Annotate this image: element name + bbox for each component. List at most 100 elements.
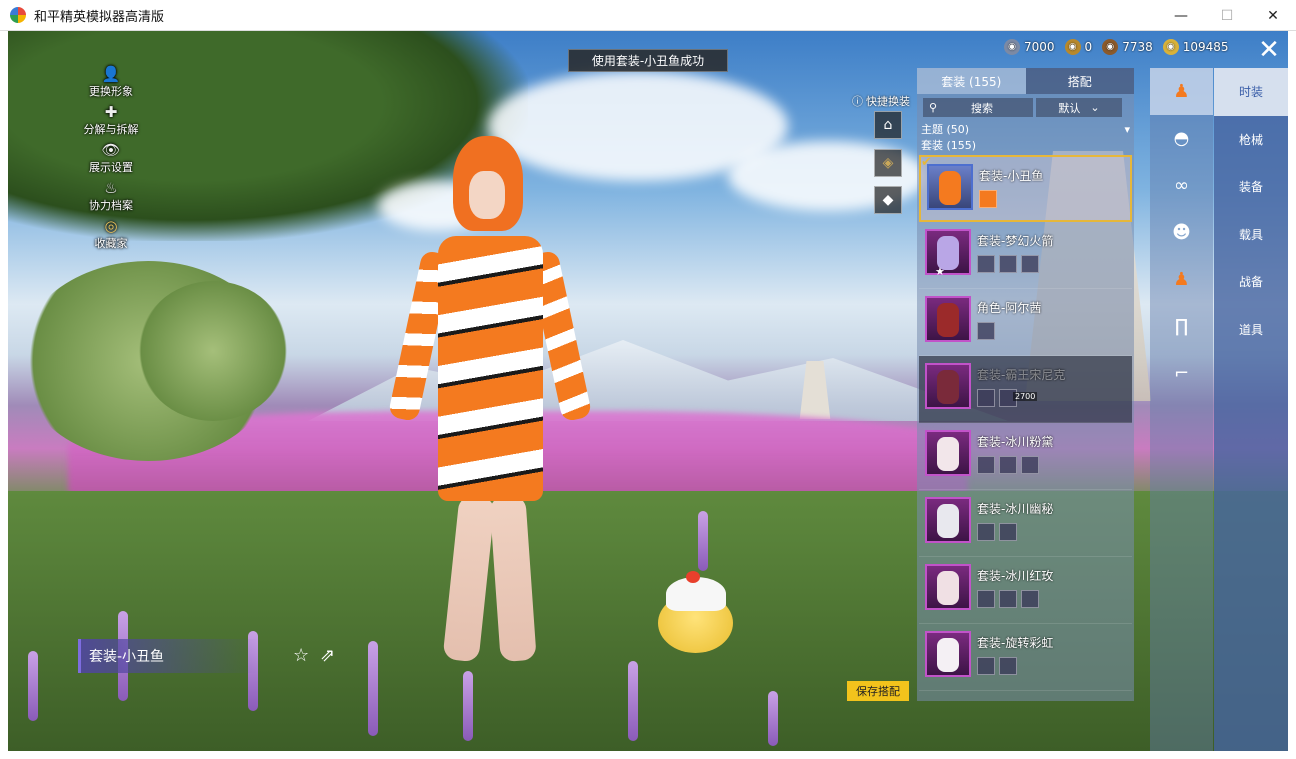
category-equipment[interactable]: 装备 — [1214, 163, 1288, 211]
suit-icon[interactable]: ♟ — [1150, 256, 1213, 303]
category-items[interactable]: 道具 — [1214, 306, 1288, 354]
part-icon — [979, 190, 997, 208]
item-name: 套装-冰川粉黛 — [977, 435, 1054, 449]
left-menu-display-settings[interactable]: 👁 展示设置 — [66, 141, 156, 179]
close-icon[interactable]: ✕ — [1254, 37, 1284, 63]
category-guns[interactable]: 枪械 — [1214, 116, 1288, 164]
lavender — [28, 651, 38, 721]
coin-yellow-icon: ◉ — [1162, 39, 1179, 55]
item-name: 角色-阿尔茜 — [977, 301, 1042, 315]
filter-theme[interactable]: 主题 (50) ▾ — [917, 121, 1134, 137]
item-body: 角色-阿尔茜 — [977, 289, 1041, 355]
currency-value: 109485 — [1182, 40, 1229, 54]
part-icon — [1021, 590, 1039, 608]
item-name: 套装-小丑鱼 — [979, 169, 1044, 183]
clownfish-dress — [438, 236, 543, 501]
left-menu-decompose[interactable]: ✚ 分解与拆解 — [66, 103, 156, 141]
thumb-figure — [937, 370, 959, 404]
item-body: 套装-霸王宋尼克 — [977, 356, 1065, 422]
mask-icon[interactable]: ☻ — [1150, 209, 1213, 256]
currency-value: 7000 — [1024, 40, 1055, 54]
chick-pet — [658, 571, 733, 656]
outfit-list-panel: 套装 (155) 搭配 ⚲ 搜索 默认 ⌄ 主题 (50) ▾ 套装 (155)… — [917, 68, 1134, 701]
save-outfit-button[interactable]: 保存搭配 — [847, 681, 909, 701]
filter-suits[interactable]: 套装 (155) — [917, 137, 1134, 153]
coin-bronze-icon: ◉ — [1102, 39, 1119, 55]
left-menu-collector[interactable]: ◎ 收藏家 — [66, 217, 156, 255]
category-battle-prep[interactable]: 战备 — [1214, 258, 1288, 306]
item-body: 套装-旋转彩虹 — [977, 624, 1053, 690]
part-icon — [977, 389, 995, 407]
hanger-icon[interactable]: ⌂ — [874, 111, 902, 139]
help-icon: ⓘ — [852, 95, 863, 108]
app-logo-icon — [10, 7, 26, 23]
socks-icon[interactable]: ⌐ — [1150, 350, 1213, 397]
thumb-figure — [937, 437, 959, 471]
character-model[interactable] — [383, 131, 593, 671]
list-item[interactable]: ✔ 套装-小丑鱼 — [919, 155, 1132, 222]
search-icon: ⚲ — [929, 101, 938, 114]
category-icon-column: ♟ ◓ ∞ ☻ ♟ ∏ ⌐ — [1150, 68, 1213, 751]
outfit-name-tag: 套装-小丑鱼 — [78, 639, 258, 673]
bush — [138, 281, 288, 421]
outfit-icon[interactable]: ♟ — [1150, 68, 1213, 115]
coin-gold-icon: ◉ — [1064, 39, 1081, 55]
left-menu-cooperation-archive[interactable]: ♨ 协力档案 — [66, 179, 156, 217]
list-item[interactable]: 角色-阿尔茜 — [919, 289, 1132, 356]
list-item[interactable]: 套装-冰川幽秘 — [919, 490, 1132, 557]
item-name: 套装-梦幻火箭 — [977, 234, 1054, 248]
item-name: 套装-霸王宋尼克 — [977, 368, 1066, 382]
maximize-button[interactable]: ☐ — [1204, 0, 1250, 31]
star-add-icon[interactable]: ☆ — [293, 645, 309, 666]
currency-yellow: ◉ 109485 — [1162, 39, 1229, 55]
outfit-list: ✔ 套装-小丑鱼 ★ 套装-梦幻火箭 角色-阿尔茜 套装-霸王宋尼克 2700 … — [917, 155, 1134, 691]
search-input[interactable]: ⚲ 搜索 — [923, 98, 1033, 117]
cap-icon[interactable]: ◓ — [1150, 115, 1213, 162]
sort-dropdown[interactable]: 默认 ⌄ — [1036, 98, 1122, 117]
part-icon — [1021, 456, 1039, 474]
item-parts — [977, 523, 1053, 541]
item-body: 套装-冰川红玫 — [977, 557, 1053, 623]
person-icon: 👤 — [101, 65, 121, 83]
badge-icon[interactable]: ◈ — [874, 149, 902, 177]
share-icon[interactable]: ⇗ — [320, 645, 335, 666]
list-item[interactable]: 套装-旋转彩虹 — [919, 624, 1132, 691]
list-item[interactable]: 套装-霸王宋尼克 2700 — [919, 356, 1132, 423]
pants-icon[interactable]: ∏ — [1150, 303, 1213, 350]
window-controls: — ☐ ✕ — [1158, 0, 1296, 31]
part-icon — [999, 590, 1017, 608]
thumb-figure — [937, 571, 959, 605]
item-thumbnail — [925, 564, 971, 610]
filter-suits-label: 套装 (155) — [921, 139, 977, 152]
close-window-button[interactable]: ✕ — [1250, 0, 1296, 31]
minimize-button[interactable]: — — [1158, 0, 1204, 31]
item-parts — [977, 590, 1053, 608]
left-menu-change-appearance[interactable]: 👤 更换形象 — [66, 65, 156, 103]
character-leg — [442, 494, 496, 663]
list-item[interactable]: ★ 套装-梦幻火箭 — [919, 222, 1132, 289]
star-icon: ★ — [935, 265, 945, 278]
thumb-figure — [937, 504, 959, 538]
list-item[interactable]: 套装-冰川红玫 — [919, 557, 1132, 624]
left-menu-label: 更换形象 — [89, 85, 133, 98]
item-thumbnail — [925, 430, 971, 476]
diamond-icon[interactable]: ◆ — [874, 186, 902, 214]
currency-bar: ◉ 7000 ◉ 0 ◉ 7738 ◉ 109485 — [1004, 39, 1229, 55]
character-leg — [489, 494, 537, 663]
search-label: 搜索 — [971, 101, 994, 115]
currency-value: 0 — [1084, 40, 1093, 54]
category-vehicles[interactable]: 载具 — [1214, 211, 1288, 259]
left-menu: 👤 更换形象 ✚ 分解与拆解 👁 展示设置 ♨ 协力档案 ◎ 收藏家 — [66, 65, 156, 255]
item-name: 套装-冰川幽秘 — [977, 502, 1054, 516]
category-fashion[interactable]: 时装 — [1214, 68, 1288, 116]
left-menu-label: 协力档案 — [89, 199, 133, 212]
quick-change-toggle[interactable]: ⓘ 快捷换装 — [852, 93, 910, 109]
thumb-figure — [939, 171, 961, 205]
thumb-figure — [937, 303, 959, 337]
list-item[interactable]: 套装-冰川粉黛 — [919, 423, 1132, 490]
tab-suits[interactable]: 套装 (155) — [917, 68, 1026, 94]
part-icon — [977, 657, 995, 675]
tab-matching[interactable]: 搭配 — [1025, 68, 1134, 94]
goggles-icon[interactable]: ∞ — [1150, 162, 1213, 209]
chick-comb — [686, 571, 700, 583]
